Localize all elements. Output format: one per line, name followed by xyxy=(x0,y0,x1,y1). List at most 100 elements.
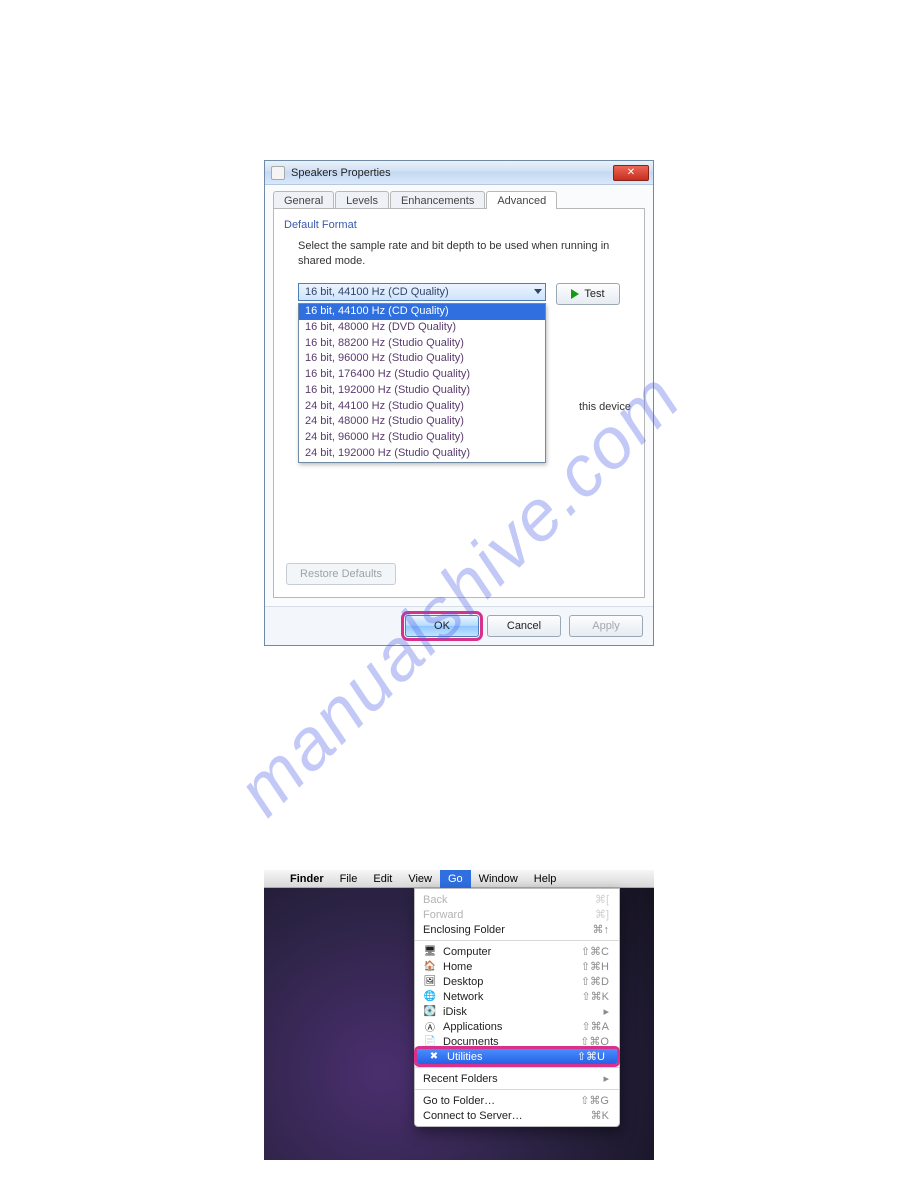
menu-documents-shortcut: ⇧⌘O xyxy=(580,1035,609,1048)
sample-rate-dropdown-list[interactable]: 16 bit, 44100 Hz (CD Quality) 16 bit, 48… xyxy=(298,303,546,463)
combobox-selected-value: 16 bit, 44100 Hz (CD Quality) xyxy=(305,286,449,298)
applications-icon: Ⓐ xyxy=(423,1021,437,1033)
menu-connect-label: Connect to Server… xyxy=(423,1110,523,1122)
mb-file[interactable]: File xyxy=(332,870,366,888)
speaker-icon xyxy=(271,166,285,180)
menu-go-to-folder[interactable]: Go to Folder… ⇧⌘G xyxy=(415,1093,619,1108)
computer-icon: 🖥 xyxy=(423,946,437,958)
mb-window[interactable]: Window xyxy=(471,870,526,888)
menu-network-shortcut: ⇧⌘K xyxy=(581,990,609,1003)
sample-rate-combobox[interactable]: 16 bit, 44100 Hz (CD Quality) xyxy=(298,283,546,301)
menu-home[interactable]: 🏠 Home ⇧⌘H xyxy=(415,959,619,974)
menu-forward-shortcut: ⌘] xyxy=(595,908,609,921)
tab-levels[interactable]: Levels xyxy=(335,191,389,209)
menu-network-label: Network xyxy=(443,991,483,1003)
menu-utilities-label: Utilities xyxy=(447,1051,482,1063)
menu-enclosing-label: Enclosing Folder xyxy=(423,924,505,936)
menu-network[interactable]: 🌐 Network ⇧⌘K xyxy=(415,989,619,1004)
format-option[interactable]: 24 bit, 96000 Hz (Studio Quality) xyxy=(299,430,545,446)
menu-home-shortcut: ⇧⌘H xyxy=(581,960,609,973)
test-button[interactable]: Test xyxy=(556,283,620,305)
ok-button[interactable]: OK xyxy=(405,615,479,637)
tab-strip: General Levels Enhancements Advanced xyxy=(273,191,645,209)
format-option[interactable]: 16 bit, 176400 Hz (Studio Quality) xyxy=(299,367,545,383)
format-option[interactable]: 16 bit, 48000 Hz (DVD Quality) xyxy=(299,320,545,336)
mb-view[interactable]: View xyxy=(400,870,440,888)
format-option[interactable]: 16 bit, 192000 Hz (Studio Quality) xyxy=(299,383,545,399)
menu-separator xyxy=(415,940,619,941)
menu-computer[interactable]: 🖥 Computer ⇧⌘C xyxy=(415,944,619,959)
submenu-arrow-icon: ▸ xyxy=(603,1072,609,1085)
menu-utilities-shortcut: ⇧⌘U xyxy=(577,1050,605,1063)
utilities-icon: ✖ xyxy=(427,1051,441,1063)
tab-enhancements[interactable]: Enhancements xyxy=(390,191,485,209)
menu-back-shortcut: ⌘[ xyxy=(595,893,609,906)
default-format-desc: Select the sample rate and bit depth to … xyxy=(284,239,634,269)
menu-gotofolder-shortcut: ⇧⌘G xyxy=(580,1094,609,1107)
menu-gotofolder-label: Go to Folder… xyxy=(423,1095,495,1107)
format-option[interactable]: 24 bit, 192000 Hz (Studio Quality) xyxy=(299,446,545,462)
format-option[interactable]: 16 bit, 96000 Hz (Studio Quality) xyxy=(299,351,545,367)
menu-enclosing-folder[interactable]: Enclosing Folder ⌘↑ xyxy=(415,922,619,937)
test-button-label: Test xyxy=(584,288,604,300)
documents-icon: 📄 xyxy=(423,1036,437,1048)
menu-separator xyxy=(415,1067,619,1068)
menu-applications-shortcut: ⇧⌘A xyxy=(581,1020,609,1033)
menu-computer-label: Computer xyxy=(443,946,491,958)
format-option[interactable]: 24 bit, 44100 Hz (Studio Quality) xyxy=(299,399,545,415)
mb-finder[interactable]: Finder xyxy=(282,870,332,888)
speakers-properties-dialog: Speakers Properties ✕ General Levels Enh… xyxy=(264,160,654,646)
menu-recent-folders[interactable]: Recent Folders ▸ xyxy=(415,1071,619,1086)
default-format-label: Default Format xyxy=(284,219,634,231)
window-title: Speakers Properties xyxy=(291,167,613,179)
menu-applications[interactable]: Ⓐ Applications ⇧⌘A xyxy=(415,1019,619,1034)
advanced-tab-pane: Default Format Select the sample rate an… xyxy=(273,208,645,598)
restore-defaults-button[interactable]: Restore Defaults xyxy=(286,563,396,585)
mb-help[interactable]: Help xyxy=(526,870,565,888)
submenu-arrow-icon: ▸ xyxy=(603,1005,609,1018)
menu-recent-label: Recent Folders xyxy=(423,1073,498,1085)
menu-desktop-shortcut: ⇧⌘D xyxy=(581,975,609,988)
menu-desktop[interactable]: 🖼 Desktop ⇧⌘D xyxy=(415,974,619,989)
close-button[interactable]: ✕ xyxy=(613,165,649,181)
apply-button[interactable]: Apply xyxy=(569,615,643,637)
menu-home-label: Home xyxy=(443,961,472,973)
tab-advanced[interactable]: Advanced xyxy=(486,191,557,209)
desktop-icon: 🖼 xyxy=(423,976,437,988)
menu-enclosing-shortcut: ⌘↑ xyxy=(593,923,610,936)
menu-connect-shortcut: ⌘K xyxy=(591,1109,609,1122)
menu-idisk-label: iDisk xyxy=(443,1006,467,1018)
idisk-icon: 💽 xyxy=(423,1006,437,1018)
dialog-body: General Levels Enhancements Advanced Def… xyxy=(265,185,653,606)
background-text-fragment: this device xyxy=(579,401,631,413)
menu-forward-label: Forward xyxy=(423,909,463,921)
mac-menubar: Finder File Edit View Go Window Help xyxy=(264,870,654,888)
cancel-button[interactable]: Cancel xyxy=(487,615,561,637)
menu-back-label: Back xyxy=(423,894,447,906)
mb-go[interactable]: Go xyxy=(440,870,471,888)
format-option[interactable]: 16 bit, 88200 Hz (Studio Quality) xyxy=(299,336,545,352)
menu-applications-label: Applications xyxy=(443,1021,502,1033)
play-icon xyxy=(571,289,579,299)
menu-forward: Forward ⌘] xyxy=(415,907,619,922)
network-icon: 🌐 xyxy=(423,991,437,1003)
format-option[interactable]: 16 bit, 44100 Hz (CD Quality) xyxy=(299,304,545,320)
menu-idisk[interactable]: 💽 iDisk ▸ xyxy=(415,1004,619,1019)
go-menu-dropdown: Back ⌘[ Forward ⌘] Enclosing Folder ⌘↑ 🖥… xyxy=(414,888,620,1127)
format-option[interactable]: 24 bit, 48000 Hz (Studio Quality) xyxy=(299,414,545,430)
tab-general[interactable]: General xyxy=(273,191,334,209)
titlebar[interactable]: Speakers Properties ✕ xyxy=(265,161,653,185)
dialog-button-row: OK Cancel Apply xyxy=(265,606,653,645)
menu-computer-shortcut: ⇧⌘C xyxy=(581,945,609,958)
menu-documents-label: Documents xyxy=(443,1036,499,1048)
menu-connect-to-server[interactable]: Connect to Server… ⌘K xyxy=(415,1108,619,1123)
home-icon: 🏠 xyxy=(423,961,437,973)
mac-desktop-screenshot: Finder File Edit View Go Window Help Bac… xyxy=(264,870,654,1160)
menu-back: Back ⌘[ xyxy=(415,892,619,907)
menu-desktop-label: Desktop xyxy=(443,976,483,988)
chevron-down-icon xyxy=(534,289,542,294)
menu-separator xyxy=(415,1089,619,1090)
mb-edit[interactable]: Edit xyxy=(365,870,400,888)
menu-utilities[interactable]: ✖ Utilities ⇧⌘U xyxy=(417,1049,617,1064)
menu-documents[interactable]: 📄 Documents ⇧⌘O xyxy=(415,1034,619,1049)
